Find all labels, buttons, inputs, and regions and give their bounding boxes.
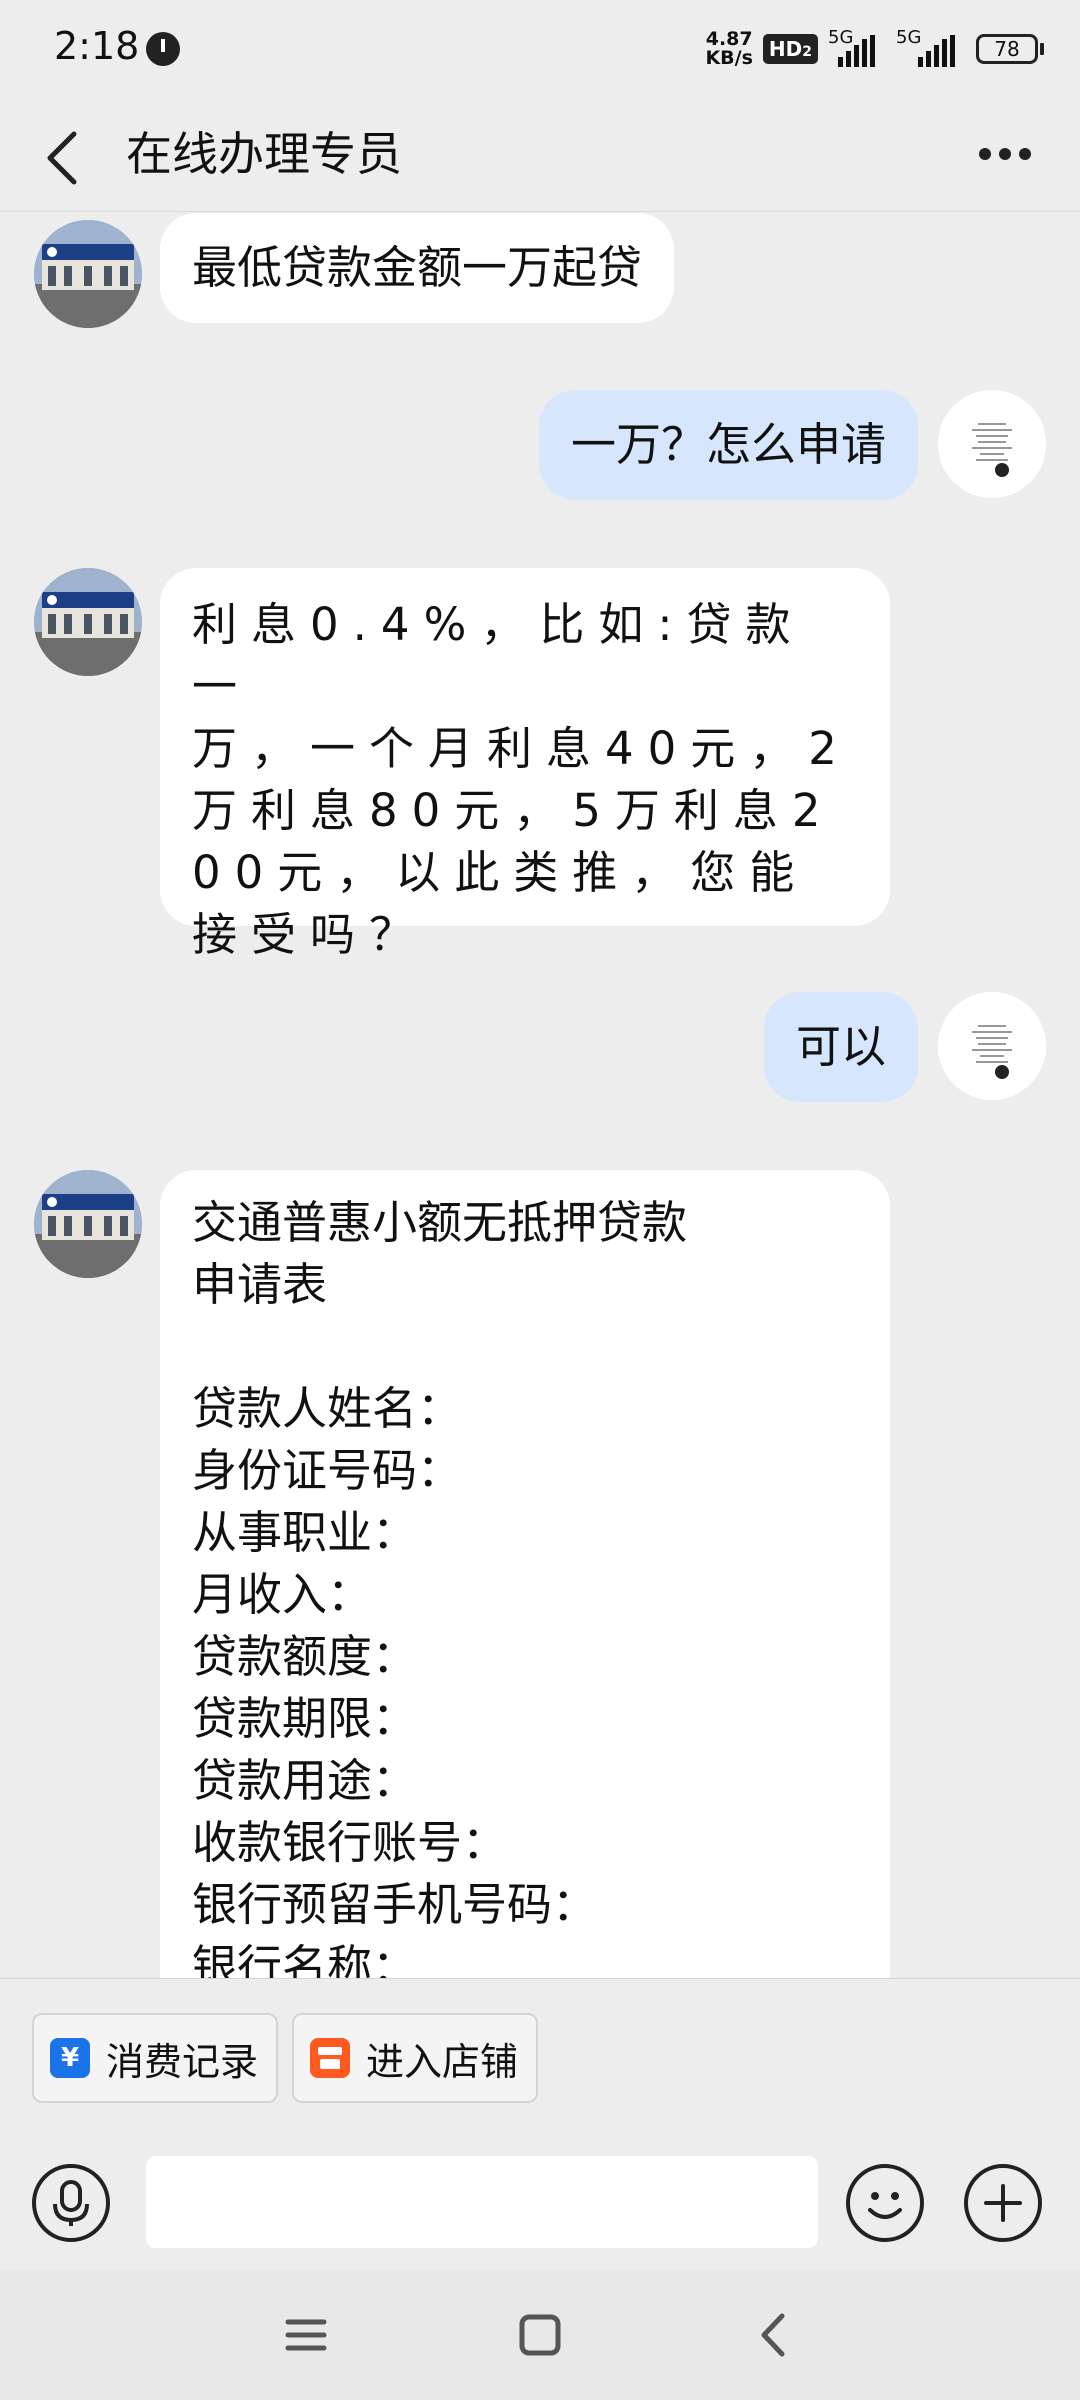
hd-sub: 2 <box>802 44 812 60</box>
network-speed-unit: KB/s <box>705 47 753 69</box>
page-title: 在线办理专员 <box>126 127 402 181</box>
microphone-icon <box>53 2180 89 2226</box>
back-triangle-icon <box>761 2313 785 2357</box>
hd-label: HD <box>768 37 803 61</box>
system-navigation-bar <box>0 2270 1080 2400</box>
recent-apps-button[interactable] <box>266 2300 346 2370</box>
user-avatar-image <box>938 992 1046 1100</box>
voice-input-button[interactable] <box>32 2164 110 2242</box>
menu-icon <box>285 2319 327 2351</box>
bank-building-icon <box>34 568 142 676</box>
chat-header: 在线办理专员 <box>0 96 1080 212</box>
signal-2-label: 5G <box>896 27 922 48</box>
signal-2-icon: 5G <box>896 27 966 67</box>
message-list[interactable]: 最低贷款金额一万起贷 一万？怎么申请 利息0.4%，比如:贷款一 万，一个月利息… <box>0 212 1080 1978</box>
alarm-icon <box>146 32 180 66</box>
message-bubble-agent[interactable]: 利息0.4%，比如:贷款一 万，一个月利息40元，2 万利息80元，5万利息2 … <box>160 568 890 961</box>
plus-icon <box>984 2184 1022 2222</box>
quick-actions-bar: ¥ 消费记录 进入店铺 <box>0 1978 1080 2114</box>
home-button[interactable] <box>500 2300 580 2370</box>
message-bubble-agent[interactable]: 最低贷款金额一万起贷 <box>160 213 675 323</box>
consumption-record-label: 消费记录 <box>106 2039 259 2084</box>
network-speed: 4.87 KB/s <box>705 30 752 68</box>
status-indicators: 4.87 KB/s HD2 5G 5G 78 <box>705 27 1044 70</box>
consumption-record-button[interactable]: ¥ 消费记录 <box>32 2013 279 2103</box>
status-bar: 2:18 4.87 KB/s HD2 5G 5G 78 <box>0 0 1080 96</box>
user-avatar-image <box>938 390 1046 498</box>
message-input-bar <box>0 2114 1080 2270</box>
message-bubble-user[interactable]: 一万？怎么申请 <box>538 390 918 500</box>
bank-building-icon <box>34 1170 142 1278</box>
more-options-button[interactable] <box>970 126 1040 182</box>
chevron-left-icon <box>47 131 77 185</box>
agent-avatar[interactable] <box>34 220 142 328</box>
store-icon <box>310 2038 350 2078</box>
signal-1-label: 5G <box>828 27 854 48</box>
more-dot-icon <box>979 148 991 160</box>
message-input[interactable] <box>146 2156 818 2248</box>
system-back-button[interactable] <box>734 2300 814 2370</box>
enter-store-button[interactable]: 进入店铺 <box>292 2013 539 2103</box>
emoji-button[interactable] <box>846 2164 924 2242</box>
square-icon <box>519 2314 561 2356</box>
agent-avatar[interactable] <box>34 568 142 676</box>
user-avatar[interactable] <box>938 390 1046 498</box>
battery-level: 78 <box>976 34 1038 64</box>
agent-avatar[interactable] <box>34 1170 142 1278</box>
enter-store-label: 进入店铺 <box>366 2039 519 2084</box>
battery-icon: 78 <box>976 34 1044 64</box>
signal-1-icon: 5G <box>828 27 886 67</box>
user-avatar[interactable] <box>938 992 1046 1100</box>
back-button[interactable] <box>36 114 100 194</box>
bank-building-icon <box>34 220 142 328</box>
yuan-icon: ¥ <box>50 2038 90 2078</box>
more-functions-button[interactable] <box>964 2164 1042 2242</box>
hd-voice-icon: HD2 <box>762 34 818 64</box>
message-bubble-user[interactable]: 可以 <box>763 992 918 1102</box>
smiley-icon <box>868 2192 902 2219</box>
message-bubble-agent[interactable]: 交通普惠小额无抵押贷款 申请表 贷款人姓名： 身份证号码： 从事职业： 月收入：… <box>160 1170 890 1978</box>
status-time: 2:18 <box>54 24 140 68</box>
